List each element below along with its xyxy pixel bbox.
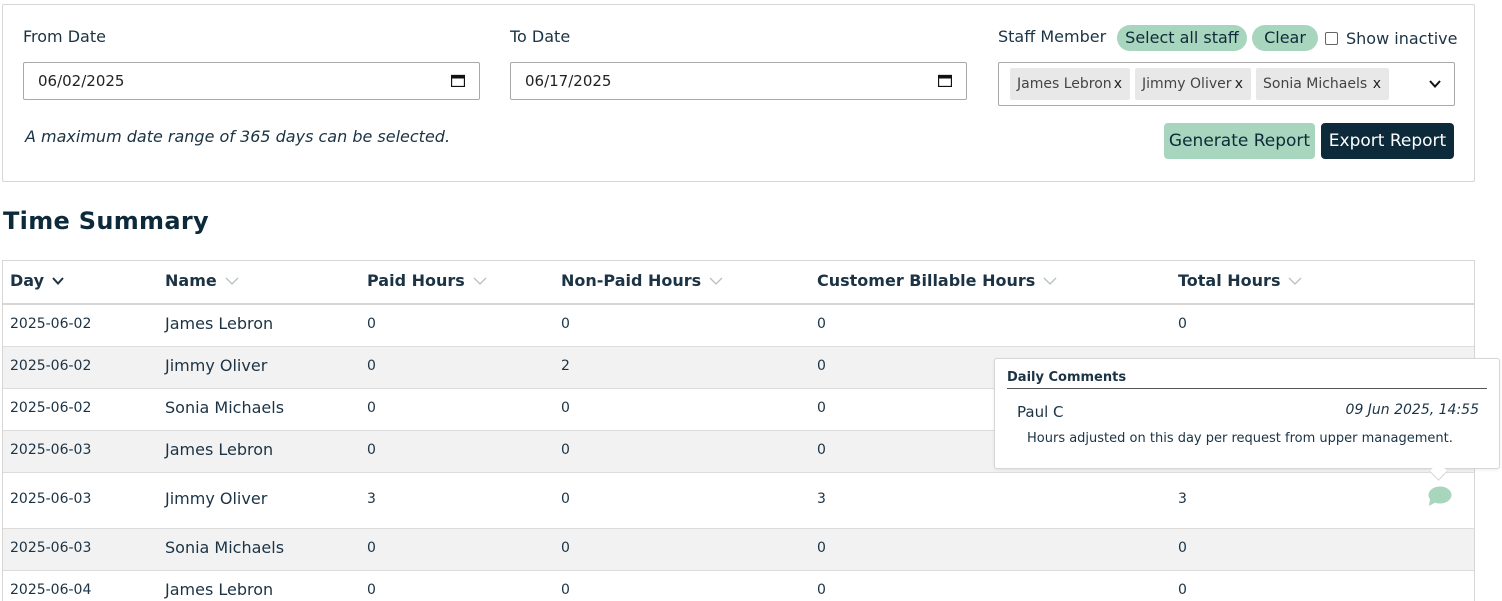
cell-non-paid-hours: 0 [561,491,570,507]
column-header-label: Day [10,271,45,290]
cell-total-hours: 3 [1178,491,1187,507]
page-title: Time Summary [3,207,209,235]
generate-report-button[interactable]: Generate Report [1164,123,1315,159]
staff-chip-label: Jimmy Oliver [1142,76,1232,92]
column-header-label: Total Hours [1178,271,1281,290]
cell-name: James Lebron [165,440,274,459]
cell-non-paid-hours: 0 [561,540,570,556]
cell-non-paid-hours: 0 [561,582,570,598]
column-header-label: Name [165,271,217,290]
column-header-day[interactable]: Day [10,271,64,290]
remove-chip-icon[interactable]: x [1114,68,1122,100]
column-header-paid-hours[interactable]: Paid Hours [367,271,487,290]
comment-author: Paul C [1017,403,1064,421]
cell-total-hours: 0 [1178,316,1187,332]
show-inactive-checkbox[interactable] [1325,32,1338,45]
cell-paid-hours: 0 [367,442,376,458]
calendar-icon[interactable] [938,74,952,87]
cell-non-paid-hours: 0 [561,400,570,416]
column-header-customer-billable-hours[interactable]: Customer Billable Hours [817,271,1057,290]
cell-paid-hours: 3 [367,491,376,507]
cell-day: 2025-06-02 [10,316,92,332]
cell-billable-hours: 0 [817,400,826,416]
table-header: Day Name Paid Hours Non-Paid Hours Custo… [3,261,1474,305]
cell-billable-hours: 3 [817,491,826,507]
table-row: 2025-06-04 James Lebron 0 0 0 0 [3,571,1474,601]
staff-chip: Jimmy Oliver x [1135,68,1251,100]
tooltip-title: Daily Comments [1007,370,1127,385]
to-date-value: 06/17/2025 [525,72,612,90]
column-header-total-hours[interactable]: Total Hours [1178,271,1302,290]
cell-billable-hours: 0 [817,316,826,332]
tooltip-divider [1007,388,1487,389]
to-date-label: To Date [510,27,571,46]
date-range-hint: A maximum date range of 365 days can be … [25,127,451,146]
cell-name: Sonia Michaels [165,398,285,417]
select-all-staff-button[interactable]: Select all staff [1117,25,1247,51]
clear-staff-button[interactable]: Clear [1252,25,1318,51]
sort-descending-icon [52,276,64,285]
cell-non-paid-hours: 0 [561,442,570,458]
cell-non-paid-hours: 0 [561,316,570,332]
staff-multiselect[interactable]: James Lebron x Jimmy Oliver x Sonia Mich… [998,62,1455,106]
table-row: 2025-06-03 Sonia Michaels 0 0 0 0 [3,529,1474,571]
cell-billable-hours: 0 [817,582,826,598]
cell-total-hours: 0 [1178,582,1187,598]
chevron-down-icon[interactable] [1428,77,1442,91]
to-date-input[interactable]: 06/17/2025 [510,62,967,100]
cell-paid-hours: 0 [367,400,376,416]
staff-chip-label: Sonia Michaels [1263,76,1368,92]
sort-chevron-icon [225,277,239,285]
cell-total-hours: 0 [1178,540,1187,556]
cell-paid-hours: 0 [367,540,376,556]
cell-paid-hours: 0 [367,582,376,598]
staff-chip: Sonia Michaels x [1256,68,1389,100]
filter-panel: From Date 06/02/2025 To Date 06/17/2025 … [2,4,1475,182]
cell-name: James Lebron [165,314,274,333]
cell-name: Jimmy Oliver [165,356,268,375]
staff-chip-label: James Lebron [1017,76,1112,92]
staff-member-label: Staff Member [998,27,1107,46]
sort-chevron-icon [473,277,487,285]
export-report-button[interactable]: Export Report [1321,123,1454,159]
cell-name: James Lebron [165,580,274,599]
cell-paid-hours: 0 [367,316,376,332]
show-inactive-label: Show inactive [1346,29,1458,48]
table-row: 2025-06-02 James Lebron 0 0 0 0 [3,305,1474,347]
from-date-value: 06/02/2025 [38,72,125,90]
cell-name: Jimmy Oliver [165,489,268,508]
staff-chip: James Lebron x [1010,68,1130,100]
cell-day: 2025-06-03 [10,442,92,458]
cell-day: 2025-06-02 [10,400,92,416]
column-header-label: Paid Hours [367,271,465,290]
from-date-label: From Date [23,27,106,46]
daily-comments-tooltip: Daily Comments Paul C 09 Jun 2025, 14:55… [994,358,1500,481]
cell-paid-hours: 0 [367,358,376,374]
cell-day: 2025-06-02 [10,358,92,374]
cell-billable-hours: 0 [817,442,826,458]
table-row: 2025-06-03 Jimmy Oliver 3 0 3 3 [3,473,1474,529]
cell-billable-hours: 0 [817,540,826,556]
calendar-icon[interactable] [451,74,465,87]
remove-chip-icon[interactable]: x [1373,68,1381,100]
cell-non-paid-hours: 2 [561,358,570,374]
comment-timestamp: 09 Jun 2025, 14:55 [1345,402,1479,418]
from-date-input[interactable]: 06/02/2025 [23,62,480,100]
comment-icon[interactable] [1426,485,1452,507]
cell-billable-hours: 0 [817,358,826,374]
column-header-label: Non-Paid Hours [561,271,702,290]
cell-day: 2025-06-03 [10,491,92,507]
comment-text: Hours adjusted on this day per request f… [1027,431,1453,446]
remove-chip-icon[interactable]: x [1235,68,1243,100]
cell-day: 2025-06-04 [10,582,92,598]
cell-day: 2025-06-03 [10,540,92,556]
show-inactive-toggle[interactable]: Show inactive [1325,29,1457,48]
sort-chevron-icon [1289,277,1302,285]
column-header-non-paid-hours[interactable]: Non-Paid Hours [561,271,723,290]
cell-name: Sonia Michaels [165,538,285,557]
sort-chevron-icon [709,277,723,285]
column-header-label: Customer Billable Hours [817,271,1036,290]
column-header-name[interactable]: Name [165,271,239,290]
sort-chevron-icon [1043,277,1057,285]
